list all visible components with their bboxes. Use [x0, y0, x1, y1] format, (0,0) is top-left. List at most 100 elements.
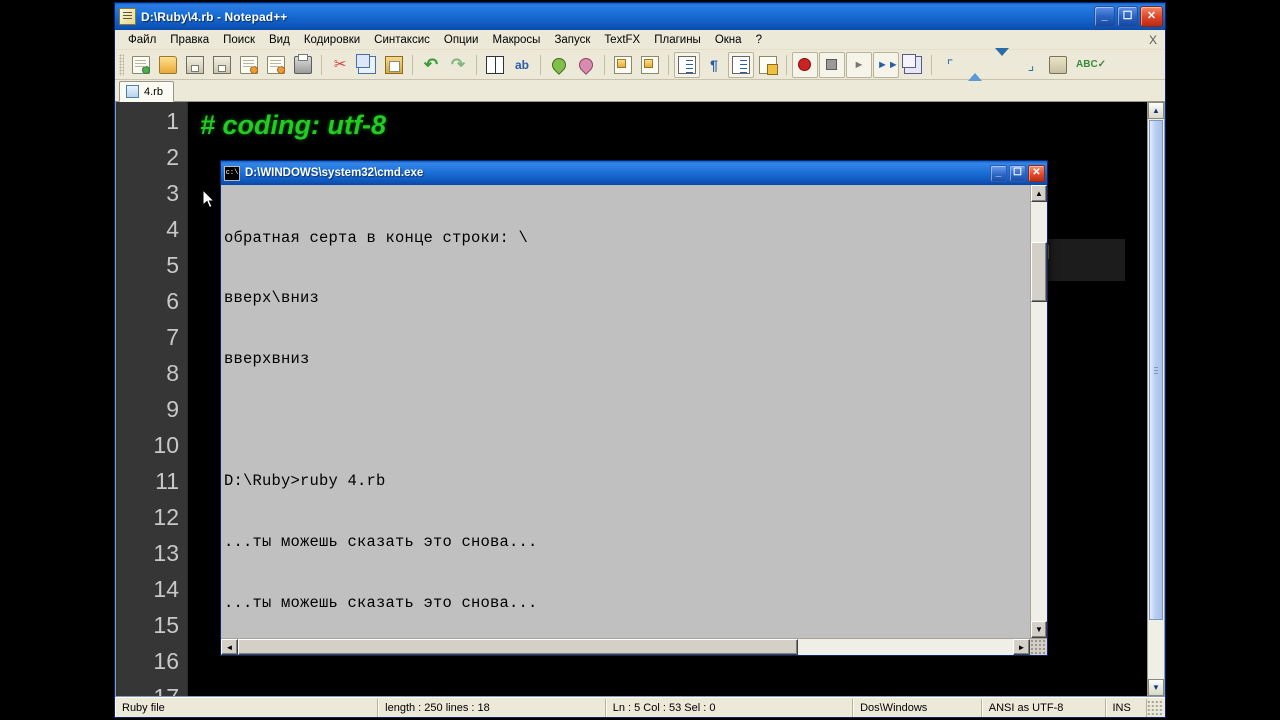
menu-item-run[interactable]: Запуск	[547, 32, 597, 48]
play-macro-icon[interactable]: ►	[846, 51, 872, 78]
menu-item-file[interactable]: Файл	[121, 32, 163, 48]
cmd-console-icon: c:\	[224, 165, 240, 181]
line-number: 17	[153, 684, 179, 697]
copy-icon[interactable]	[354, 52, 380, 78]
save-all-icon[interactable]	[209, 52, 235, 78]
menu-item-macros[interactable]: Макросы	[485, 32, 547, 48]
cmd-close-button[interactable]: ✕	[1028, 164, 1045, 182]
cmd-horizontal-scrollbar[interactable]: ◄ ►	[221, 638, 1047, 655]
toolbar-separator	[786, 54, 787, 75]
line-number: 11	[155, 468, 179, 494]
zoom-in-icon[interactable]	[546, 52, 572, 78]
status-length-lines: length : 250 lines : 18	[378, 698, 606, 717]
zoom-out-icon[interactable]	[573, 52, 599, 78]
show-doc-map-icon[interactable]	[1045, 52, 1071, 78]
line-number: 6	[166, 288, 179, 314]
cmd-scroll-track[interactable]	[1031, 202, 1047, 621]
indent-guide-icon[interactable]	[728, 51, 754, 78]
scrollbar-thumb[interactable]	[1149, 120, 1163, 620]
cmd-line: обратная серта в конце строки: \	[224, 228, 529, 247]
toolbar-separator	[668, 54, 669, 75]
close-document-x[interactable]: X	[1149, 33, 1157, 47]
expand-all-icon[interactable]: ⌟	[1018, 52, 1044, 78]
toolbar: ✂ ↶ ↷ ab ¶ ► ►► ⌜ ⌟ ABC✓	[115, 47, 1165, 81]
undo-icon[interactable]: ↶	[418, 52, 444, 78]
line-number: 9	[166, 396, 179, 422]
collapse-all-icon[interactable]: ⌜	[937, 52, 963, 78]
line-number: 2	[166, 144, 179, 170]
menu-item-help[interactable]: ?	[749, 32, 769, 48]
editor-vertical-scrollbar[interactable]: ▲ ▼	[1147, 102, 1164, 696]
line-number: 1	[166, 108, 179, 134]
statusbar: Ruby file length : 250 lines : 18 Ln : 5…	[115, 697, 1165, 717]
expand-level-icon[interactable]	[991, 47, 1017, 78]
scroll-down-button[interactable]: ▼	[1148, 679, 1164, 696]
cmd-hscrollbar-thumb[interactable]	[238, 639, 798, 655]
cmd-scroll-up-button[interactable]: ▲	[1031, 185, 1047, 202]
cmd-scrollbar-thumb[interactable]	[1031, 242, 1047, 302]
cmd-maximize-button[interactable]: ☐	[1009, 164, 1026, 182]
show-all-chars-icon[interactable]: ¶	[701, 52, 727, 78]
toolbar-grip[interactable]	[119, 53, 124, 76]
replace-icon[interactable]: ab	[509, 52, 535, 78]
menubar: Файл Правка Поиск Вид Кодировки Синтакси…	[115, 30, 1165, 50]
menu-item-textfx[interactable]: TextFX	[597, 32, 647, 48]
menu-item-windows[interactable]: Окна	[708, 32, 749, 48]
cmd-console-window: c:\ D:\WINDOWS\system32\cmd.exe _ ☐ ✕ об…	[220, 160, 1048, 656]
menu-item-plugins[interactable]: Плагины	[647, 32, 708, 48]
sync-scroll-v-icon[interactable]	[610, 52, 636, 78]
line-number: 15	[153, 612, 179, 638]
menu-item-edit[interactable]: Правка	[163, 32, 216, 48]
close-button[interactable]: ✕	[1140, 6, 1163, 27]
notepad-titlebar[interactable]: D:\Ruby\4.rb - Notepad++ _ ☐ ✕	[115, 3, 1165, 30]
status-file-type: Ruby file	[115, 698, 379, 717]
cmd-output-text[interactable]: обратная серта в конце строки: \ вверх\в…	[221, 185, 1030, 638]
menu-item-encoding[interactable]: Кодировки	[297, 32, 367, 48]
tab-label: 4.rb	[144, 85, 163, 98]
find-icon[interactable]	[482, 52, 508, 78]
toolbar-separator	[604, 54, 605, 75]
close-file-icon[interactable]	[236, 52, 262, 78]
line-number: 10	[153, 432, 179, 458]
line-number: 8	[166, 360, 179, 386]
cmd-scroll-left-button[interactable]: ◄	[221, 639, 238, 655]
word-wrap-icon[interactable]	[674, 51, 700, 78]
cut-icon[interactable]: ✂	[327, 52, 353, 78]
cmd-scroll-down-button[interactable]: ▼	[1031, 621, 1047, 638]
menu-item-search[interactable]: Поиск	[216, 32, 262, 48]
save-macro-icon[interactable]	[900, 52, 926, 78]
print-icon[interactable]	[290, 52, 316, 78]
play-multi-macro-icon[interactable]: ►►	[873, 51, 899, 78]
scroll-up-button[interactable]: ▲	[1148, 102, 1164, 119]
save-document-icon	[126, 85, 139, 98]
minimize-button[interactable]: _	[1094, 6, 1115, 27]
tab-4-rb[interactable]: 4.rb	[119, 81, 174, 102]
line-number: 13	[153, 540, 179, 566]
save-icon[interactable]	[182, 52, 208, 78]
menu-item-options[interactable]: Опции	[437, 32, 486, 48]
cmd-hscroll-track[interactable]	[238, 639, 1013, 655]
redo-icon[interactable]: ↷	[445, 52, 471, 78]
stop-record-icon[interactable]	[819, 51, 845, 78]
ui-zoom-icon[interactable]	[755, 52, 781, 78]
record-macro-icon[interactable]	[792, 51, 818, 78]
paste-icon[interactable]	[381, 52, 407, 78]
cmd-scroll-right-button[interactable]: ►	[1013, 639, 1030, 655]
menu-item-syntax[interactable]: Синтаксис	[367, 32, 437, 48]
cmd-resize-corner[interactable]	[1030, 639, 1047, 655]
open-file-icon[interactable]	[155, 52, 181, 78]
sync-scroll-h-icon[interactable]	[637, 52, 663, 78]
maximize-button[interactable]: ☐	[1117, 6, 1138, 27]
spellcheck-icon[interactable]: ABC✓	[1072, 52, 1106, 78]
cmd-minimize-button[interactable]: _	[990, 164, 1007, 182]
menu-item-view[interactable]: Вид	[262, 32, 297, 48]
toolbar-separator	[476, 54, 477, 75]
close-all-icon[interactable]	[263, 52, 289, 78]
new-file-icon[interactable]	[128, 52, 154, 78]
cmd-vertical-scrollbar[interactable]: ▲ ▼	[1030, 185, 1047, 638]
resize-grip[interactable]	[1147, 699, 1163, 716]
cmd-window-controls: _ ☐ ✕	[990, 164, 1045, 182]
mouse-cursor-icon	[203, 190, 216, 209]
collapse-level-icon[interactable]	[964, 52, 990, 81]
cmd-titlebar[interactable]: c:\ D:\WINDOWS\system32\cmd.exe _ ☐ ✕	[221, 161, 1047, 185]
